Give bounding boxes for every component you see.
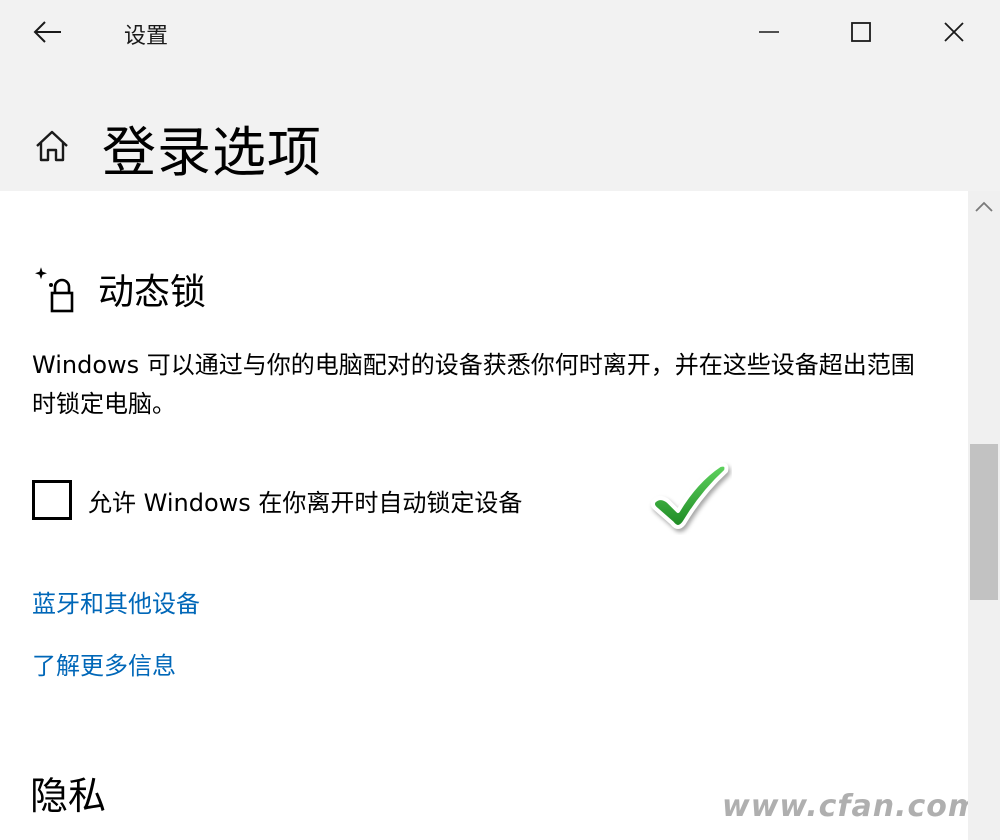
dynamic-lock-section-heading: 动态锁 [32, 263, 206, 315]
page-title: 登录选项 [102, 121, 322, 184]
close-icon [944, 22, 964, 42]
title-bar-region: 设置 登录选项 [0, 0, 1000, 191]
home-icon [36, 130, 68, 162]
minimize-icon [759, 31, 779, 33]
dynamic-lock-icon [35, 267, 74, 313]
scroll-up-icon [975, 201, 993, 212]
close-button[interactable] [921, 6, 987, 58]
scroll-up-button[interactable] [968, 191, 1000, 223]
home-button[interactable] [28, 122, 76, 170]
minimize-button[interactable] [736, 6, 802, 58]
auto-lock-checkbox[interactable] [32, 480, 72, 520]
vertical-scrollbar[interactable] [968, 191, 1000, 840]
back-button[interactable] [22, 10, 74, 54]
dynamic-lock-description: Windows 可以通过与你的电脑配对的设备获悉你何时离开，并在这些设备超出范围… [32, 351, 915, 418]
dynamic-lock-heading: 动态锁 [98, 272, 207, 313]
maximize-button[interactable] [828, 6, 894, 58]
auto-lock-checkbox-label[interactable]: 允许 Windows 在你离开时自动锁定设备 [88, 483, 522, 518]
watermark: www.cfan.com.cn [722, 789, 1000, 824]
maximize-icon [851, 22, 871, 42]
app-title: 设置 [124, 24, 169, 49]
back-arrow-icon [33, 21, 61, 43]
green-checkmark-icon [650, 462, 729, 529]
content-area: 动态锁 Windows 可以通过与你的电脑配对的设备获悉你何时离开，并在这些设备… [0, 191, 1000, 840]
privacy-heading: 隐私 [30, 774, 107, 818]
auto-lock-checkbox-row[interactable]: 允许 Windows 在你离开时自动锁定设备 [32, 479, 522, 521]
scrollbar-thumb[interactable] [970, 444, 998, 600]
bluetooth-devices-link[interactable]: 蓝牙和其他设备 [32, 584, 200, 619]
learn-more-link[interactable]: 了解更多信息 [32, 646, 176, 681]
